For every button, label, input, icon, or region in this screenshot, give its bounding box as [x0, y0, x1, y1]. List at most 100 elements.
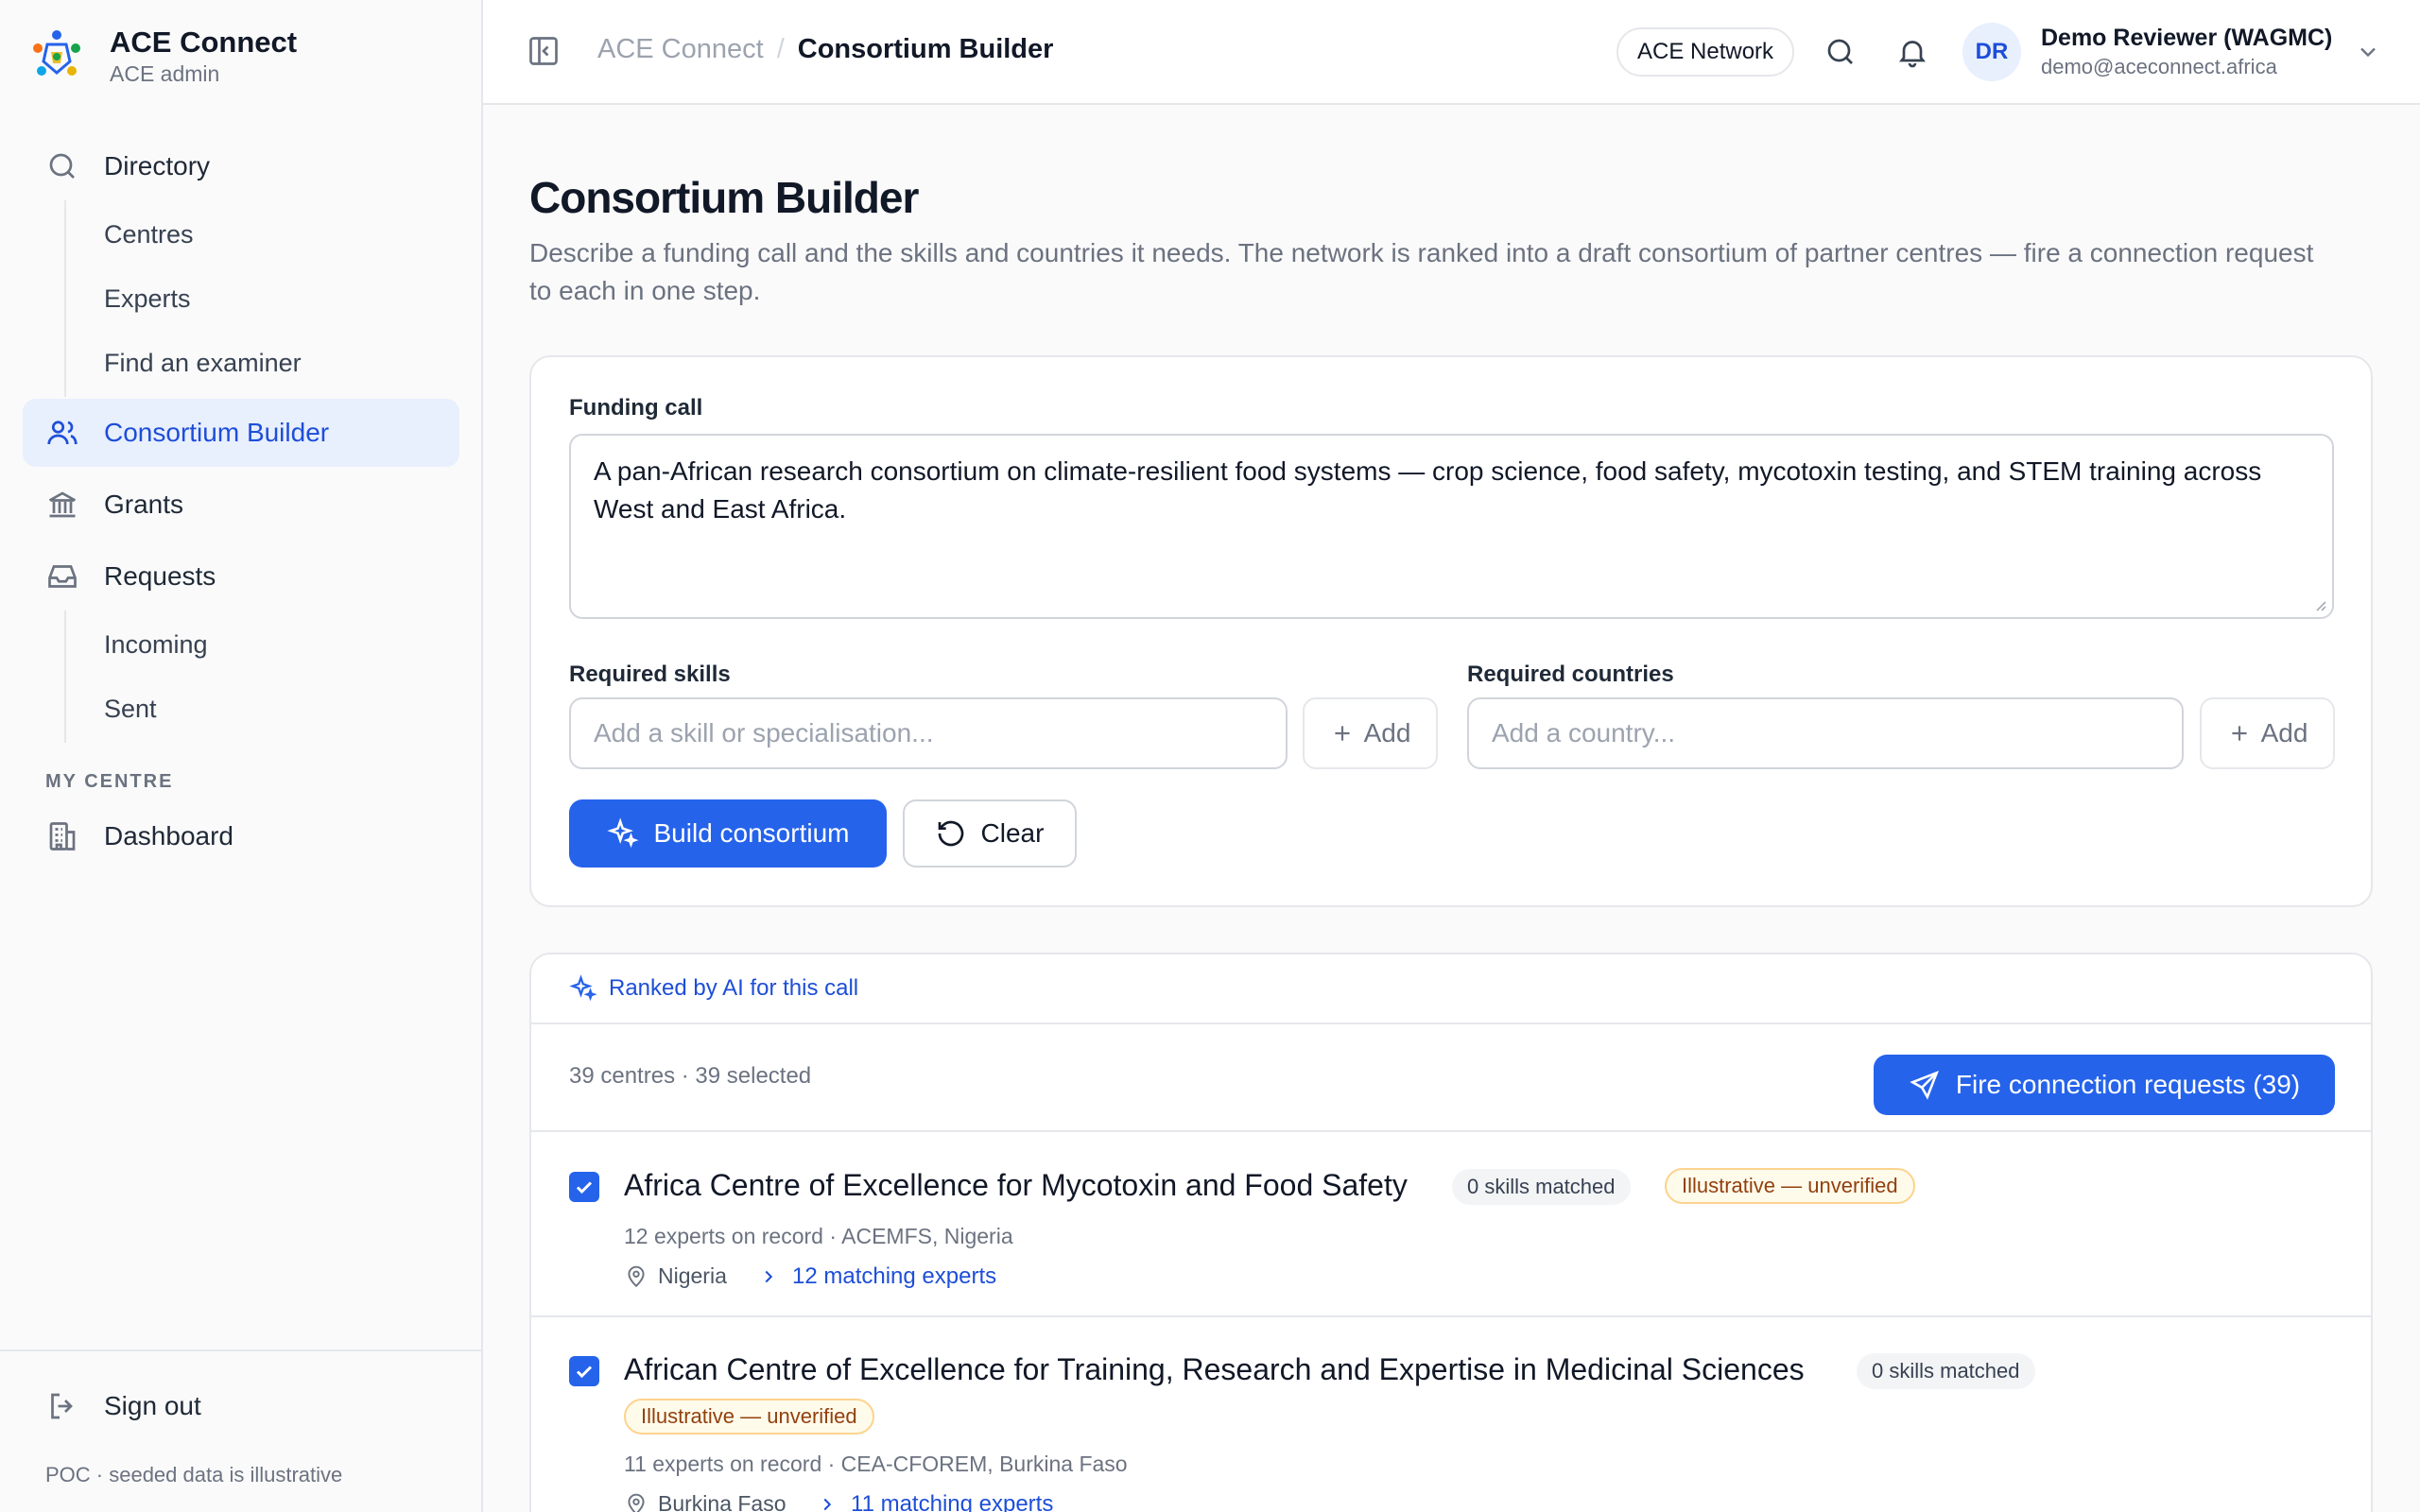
matching-experts-label: 11 matching experts	[851, 1491, 1054, 1512]
skill-input-placeholder: Add a skill or specialisation...	[594, 718, 934, 747]
skills-matched-badge: 0 skills matched	[1857, 1353, 2035, 1389]
sign-out-label: Sign out	[104, 1391, 201, 1420]
sidebar-item-label: Dashboard	[104, 821, 233, 850]
sidebar-item-label: Directory	[104, 151, 211, 180]
chevron-right-icon	[823, 1498, 832, 1511]
sidebar-item-find-examiner[interactable]: Find an examiner	[66, 331, 459, 395]
sidebar-item-grants[interactable]: Grants	[23, 471, 459, 539]
send-icon	[1910, 1071, 1939, 1100]
poc-note: POC · seeded data is illustrative	[45, 1463, 343, 1486]
sidebar-item-directory[interactable]: Directory	[23, 132, 459, 200]
logout-icon	[51, 1393, 73, 1419]
user-name[interactable]: Demo Reviewer (WAGMC)	[2041, 25, 2332, 52]
top-header: ACE Connect / Consortium Builder ACE Net…	[483, 0, 2420, 105]
check-icon	[576, 1366, 593, 1379]
sidebar-item-experts[interactable]: Experts	[66, 266, 459, 331]
sidebar-item-requests[interactable]: Requests	[23, 542, 459, 610]
chevron-down-icon[interactable]	[2355, 39, 2381, 65]
sidebar-item-label: Consortium Builder	[104, 418, 330, 447]
matching-experts-label: 12 matching experts	[792, 1263, 997, 1289]
status-badge: Illustrative — unverified	[1665, 1168, 1915, 1204]
breadcrumb: ACE Connect / Consortium Builder	[597, 34, 1053, 65]
centre-checkbox[interactable]	[569, 1172, 599, 1202]
list-item: African Centre of Excellence for Trainin…	[531, 1317, 2371, 1512]
breadcrumb-current: Consortium Builder	[797, 34, 1054, 64]
funding-call-form: Funding call A pan-African research cons…	[529, 355, 2373, 907]
search-icon[interactable]	[1824, 35, 1858, 69]
results-summary: 39 centres · 39 selected	[569, 1063, 812, 1089]
sidebar-item-incoming[interactable]: Incoming	[66, 612, 459, 677]
user-email: demo@aceconnect.africa	[2041, 55, 2277, 78]
centre-location: Burkina Faso	[624, 1491, 786, 1512]
centre-country: Burkina Faso	[658, 1491, 786, 1512]
list-item: Africa Centre of Excellence for Mycotoxi…	[531, 1132, 2371, 1317]
rotate-ccw-icon	[938, 820, 963, 847]
bank-icon	[48, 491, 77, 518]
ace-logo-icon	[33, 30, 80, 76]
add-skill-button[interactable]: Add	[1303, 697, 1438, 769]
add-skill-label: Add	[1363, 718, 1411, 747]
fire-connection-requests-button[interactable]: Fire connection requests (39)	[1874, 1055, 2335, 1115]
centre-meta: 11 experts on record · CEA-CFOREM, Burki…	[624, 1452, 1128, 1476]
centre-country: Nigeria	[658, 1263, 727, 1288]
network-switcher[interactable]: ACE Network	[1616, 27, 1795, 77]
clear-label: Clear	[980, 818, 1045, 848]
matching-experts-toggle[interactable]: 11 matching experts	[817, 1491, 1053, 1512]
required-skills-label: Required skills	[569, 662, 731, 687]
sidebar-item-centres[interactable]: Centres	[66, 202, 459, 266]
ranked-banner: Ranked by AI for this call	[531, 954, 2371, 1024]
results-summary-row: 39 centres · 39 selected Fire connection…	[531, 1024, 2371, 1132]
check-icon	[576, 1181, 593, 1194]
avatar[interactable]: DR	[1962, 23, 2021, 81]
add-country-button[interactable]: Add	[2200, 697, 2335, 769]
centre-name[interactable]: Africa Centre of Excellence for Mycotoxi…	[624, 1168, 1408, 1203]
building-icon	[49, 822, 76, 850]
section-label-my-centre: MY CENTRE	[45, 771, 174, 792]
users-icon	[47, 421, 78, 445]
sidebar-footer: Sign out POC · seeded data is illustrati…	[0, 1349, 481, 1512]
country-input[interactable]: Add a country...	[1467, 697, 2184, 769]
sidebar-item-dashboard[interactable]: Dashboard	[23, 802, 459, 870]
sign-out-button[interactable]: Sign out	[45, 1389, 201, 1423]
page-description: Describe a funding call and the skills a…	[529, 238, 2314, 305]
sidebar-item-label: Grants	[104, 490, 184, 519]
directory-subnav: Centres Experts Find an examiner	[64, 200, 459, 397]
sidebar-item-consortium-builder[interactable]: Consortium Builder	[23, 399, 459, 467]
required-countries-label: Required countries	[1467, 662, 1674, 687]
sidebar-item-sent[interactable]: Sent	[66, 677, 459, 741]
ranked-label: Ranked by AI for this call	[609, 975, 859, 1001]
consortium-results: Ranked by AI for this call 39 centres · …	[529, 953, 2373, 1512]
clear-button[interactable]: Clear	[903, 799, 1077, 868]
fire-connection-requests-label: Fire connection requests (39)	[1955, 1070, 2301, 1099]
brand[interactable]: ACE Connect ACE admin	[30, 25, 297, 87]
matching-experts-toggle[interactable]: 12 matching experts	[758, 1263, 996, 1290]
requests-subnav: Incoming Sent	[64, 610, 459, 743]
sparkles-icon	[606, 817, 638, 849]
inbox-icon	[48, 565, 77, 588]
page-title: Consortium Builder	[529, 173, 919, 222]
sparkles-icon	[569, 974, 597, 1002]
centre-name[interactable]: African Centre of Excellence for Trainin…	[624, 1352, 1805, 1387]
centre-checkbox[interactable]	[569, 1356, 599, 1386]
country-input-placeholder: Add a country...	[1492, 718, 1676, 747]
plus-icon	[2231, 726, 2247, 741]
breadcrumb-root[interactable]: ACE Connect	[597, 34, 764, 65]
chevron-right-icon	[765, 1270, 773, 1283]
funding-call-textarea[interactable]: A pan-African research consortium on cli…	[569, 434, 2334, 619]
build-consortium-button[interactable]: Build consortium	[569, 799, 887, 868]
map-pin-icon	[628, 1493, 645, 1512]
status-badge: Illustrative — unverified	[624, 1399, 874, 1435]
sidebar-nav: Directory Centres Experts Find an examin…	[23, 132, 459, 870]
breadcrumb-separator: /	[776, 34, 785, 64]
brand-subtitle: ACE admin	[110, 61, 220, 86]
build-consortium-label: Build consortium	[653, 818, 850, 848]
skills-matched-badge: 0 skills matched	[1452, 1169, 1631, 1205]
bell-icon[interactable]	[1895, 35, 1929, 69]
sidebar-toggle-icon[interactable]	[527, 34, 561, 68]
funding-call-label: Funding call	[569, 395, 703, 421]
funding-call-value: A pan-African research consortium on cli…	[594, 456, 2262, 524]
centre-meta: 12 experts on record · ACEMFS, Nigeria	[624, 1224, 1013, 1248]
add-country-label: Add	[2260, 718, 2308, 747]
resize-handle-icon[interactable]	[2311, 596, 2326, 611]
skill-input[interactable]: Add a skill or specialisation...	[569, 697, 1288, 769]
